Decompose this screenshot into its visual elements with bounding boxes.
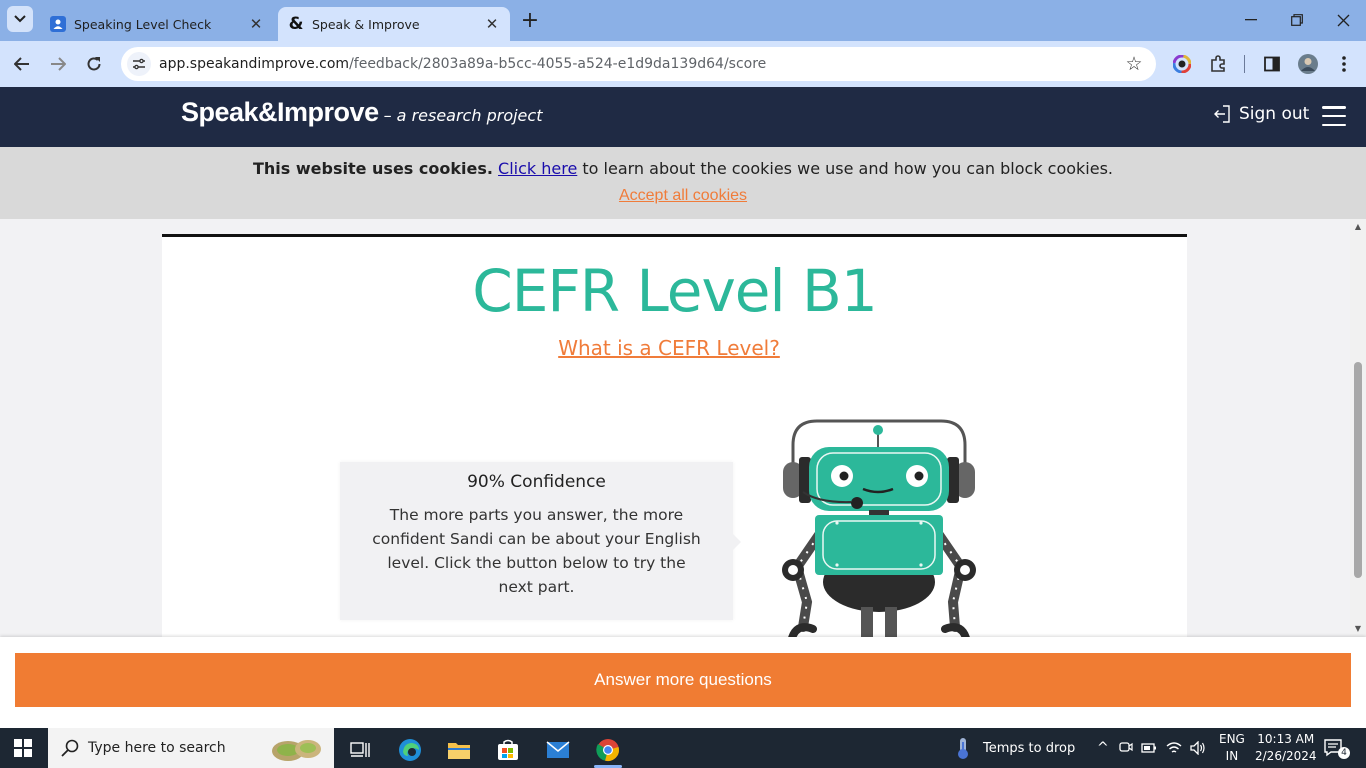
weather-text: Temps to drop [983, 740, 1076, 756]
confidence-title: 90% Confidence [467, 472, 606, 492]
bookmark-star-icon[interactable]: ☆ [1120, 50, 1148, 78]
browser-menu-button[interactable] [1330, 50, 1358, 78]
show-hidden-icons-chevron-icon[interactable]: ^ [1097, 740, 1109, 756]
site-info-icon[interactable] [127, 52, 151, 76]
toolbar-divider [1244, 55, 1245, 73]
close-tab-icon[interactable]: ✕ [482, 14, 502, 34]
side-panel-button[interactable] [1258, 50, 1286, 78]
cookie-message: This website uses cookies. Click here to… [0, 159, 1366, 178]
arrow-left-icon [14, 57, 29, 71]
close-tab-icon[interactable]: ✕ [246, 14, 266, 34]
scroll-thumb[interactable] [1354, 362, 1362, 578]
clock-date: 2/26/2024 [1255, 749, 1317, 763]
puzzle-icon [1211, 55, 1225, 72]
answer-more-questions-button[interactable]: Answer more questions [15, 653, 1351, 707]
notification-count-badge: 4 [1338, 747, 1350, 759]
site-header: Speak&Improve – a research project Sign … [0, 87, 1366, 147]
minimize-icon [1245, 19, 1257, 21]
cookie-banner: This website uses cookies. Click here to… [0, 147, 1366, 219]
file-explorer-icon[interactable] [439, 732, 479, 768]
scroll-up-icon[interactable]: ▲ [1353, 222, 1363, 232]
meet-now-icon[interactable] [1119, 740, 1133, 756]
extensions-button[interactable] [1204, 50, 1232, 78]
more-vertical-icon [1342, 56, 1346, 72]
chevron-down-icon [14, 15, 26, 23]
pistachio-icon [272, 740, 321, 761]
main-content: CEFR Level B1 What is a CEFR Level? 90% … [0, 219, 1350, 637]
confidence-text: The more parts you answer, the more conf… [372, 506, 701, 596]
profile-avatar[interactable] [1294, 50, 1322, 78]
site-logo[interactable]: Speak&Improve – a research project [181, 97, 542, 128]
tab-speaking-level-check[interactable]: Speaking Level Check ✕ [40, 7, 274, 41]
language-indicator[interactable]: ENG IN [1219, 728, 1245, 768]
close-icon [1337, 14, 1349, 26]
search-icon [61, 739, 79, 757]
cta-footer: Answer more questions [0, 637, 1366, 728]
minimize-button[interactable] [1239, 8, 1263, 32]
clock-time: 10:13 AM [1257, 732, 1315, 746]
sign-out-button[interactable]: Sign out [1214, 104, 1309, 124]
brand-name: Speak&Improve [181, 97, 379, 127]
person-icon [50, 16, 66, 32]
tab-speak-and-improve[interactable]: & Speak & Improve ✕ [278, 7, 510, 41]
arrow-right-icon [51, 57, 66, 71]
cefr-level-title: CEFR Level B1 [472, 257, 877, 325]
thermometer-icon [958, 738, 968, 759]
scroll-down-icon[interactable]: ▼ [1353, 624, 1363, 634]
tab-title: Speak & Improve [312, 16, 420, 32]
language-bottom: IN [1225, 749, 1239, 763]
color-extension-button[interactable] [1168, 50, 1196, 78]
cookie-info-link[interactable]: Click here [498, 159, 577, 178]
address-bar[interactable]: app.speakandimprove.com/feedback/2803a89… [121, 47, 1156, 81]
restore-button[interactable] [1285, 8, 1309, 32]
side-panel-icon [1264, 56, 1280, 72]
chrome-icon[interactable] [588, 732, 628, 768]
windows-start-icon[interactable] [14, 739, 32, 757]
brand-tagline: – a research project [383, 106, 543, 125]
clock[interactable]: 10:13 AM 2/26/2024 [1255, 728, 1317, 768]
new-tab-button[interactable]: + [518, 8, 542, 33]
mail-icon[interactable] [538, 732, 578, 768]
windows-taskbar: Type here to search Temps to drop ^ ENG … [0, 728, 1366, 768]
confidence-bubble: 90% Confidence The more parts you answer… [340, 462, 741, 620]
forward-button[interactable] [44, 50, 72, 78]
accept-cookies-link[interactable]: Accept all cookies [0, 187, 1366, 205]
notifications-button[interactable]: 4 [1324, 728, 1350, 768]
weather-widget[interactable]: Temps to drop [953, 728, 1075, 768]
avatar-icon [1298, 54, 1318, 74]
cookie-rest-text: to learn about the cookies we use and ho… [582, 159, 1114, 178]
url-path: /feedback/2803a89a-b5cc-4055-a524-e1d9da… [349, 56, 767, 72]
browser-tab-bar: Speaking Level Check ✕ & Speak & Improve… [0, 0, 1366, 41]
wifi-icon[interactable] [1166, 741, 1182, 755]
reload-icon [87, 57, 101, 71]
url-text: app.speakandimprove.com/feedback/2803a89… [159, 56, 1120, 72]
system-tray-icons: ^ [1097, 728, 1206, 768]
close-window-button[interactable] [1331, 8, 1355, 32]
volume-icon[interactable] [1190, 741, 1206, 755]
sign-out-label: Sign out [1239, 104, 1310, 124]
restore-icon [1291, 14, 1303, 26]
result-card: CEFR Level B1 What is a CEFR Level? 90% … [162, 234, 1187, 637]
sign-out-icon [1214, 105, 1230, 123]
url-host: app.speakandimprove.com [159, 56, 350, 72]
what-is-cefr-link[interactable]: What is a CEFR Level? [162, 336, 1176, 360]
browser-toolbar: app.speakandimprove.com/feedback/2803a89… [0, 41, 1366, 87]
tab-title: Speaking Level Check [74, 16, 212, 32]
reload-button[interactable] [80, 50, 108, 78]
language-top: ENG [1219, 732, 1245, 746]
ampersand-logo-icon: & [288, 14, 304, 34]
robot-mascot-illustration [782, 419, 976, 637]
page-scrollbar[interactable]: ▲ ▼ [1350, 219, 1366, 637]
tab-search-button[interactable] [7, 6, 33, 32]
taskbar-search-box[interactable]: Type here to search [48, 728, 334, 768]
edge-browser-icon[interactable] [390, 732, 430, 768]
hamburger-menu-icon[interactable] [1322, 106, 1346, 126]
battery-icon[interactable] [1141, 742, 1157, 754]
back-button[interactable] [8, 50, 36, 78]
cookie-bold-text: This website uses cookies. [252, 159, 493, 178]
taskbar-search-placeholder: Type here to search [88, 740, 226, 756]
color-wheel-icon [1173, 55, 1191, 73]
microsoft-store-icon[interactable] [488, 732, 528, 768]
task-view-icon[interactable] [340, 732, 380, 768]
